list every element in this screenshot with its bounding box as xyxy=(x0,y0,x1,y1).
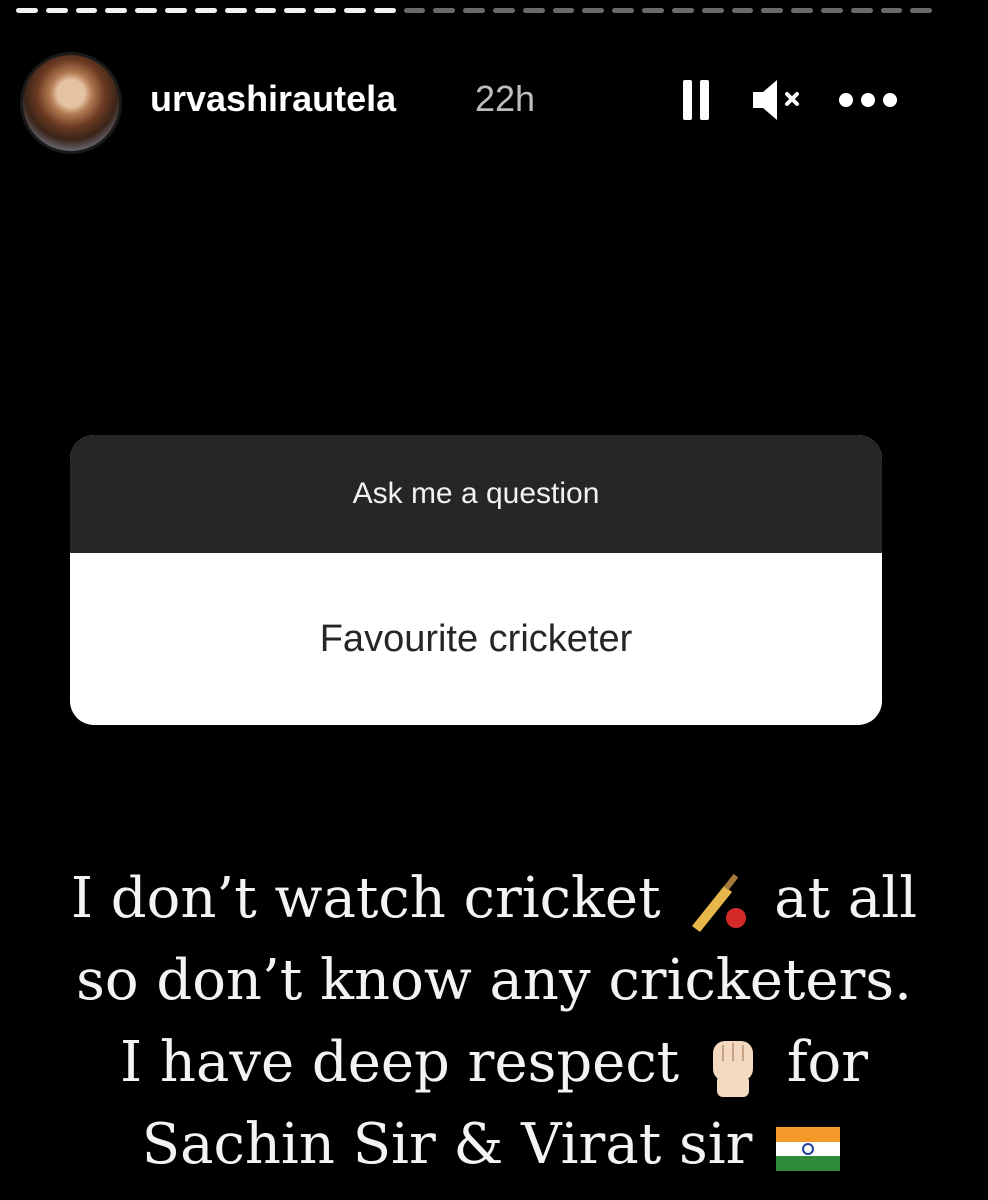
answer-line-4: Sachin Sir & Virat sir xyxy=(0,1104,988,1186)
story-progress-segment xyxy=(75,8,98,13)
story-progress-segment xyxy=(16,8,38,13)
story-progress-segment xyxy=(642,8,664,13)
story-progress-segment xyxy=(194,8,217,13)
timestamp: 22h xyxy=(475,78,536,119)
answer-line-1-b: at all xyxy=(774,866,918,931)
story-progress-segment xyxy=(820,8,843,13)
story-progress-segment xyxy=(910,8,933,13)
answer-line-2: so don’t know any cricketers. xyxy=(76,948,912,1013)
story-progress-segment xyxy=(135,8,158,13)
question-sticker[interactable]: Ask me a question Favourite cricketer xyxy=(70,435,882,725)
story-progress-segment xyxy=(791,8,813,13)
story-progress-segment xyxy=(343,8,366,13)
question-prompt: Ask me a question xyxy=(70,435,882,553)
mute-button[interactable] xyxy=(746,70,816,130)
story-progress-segment xyxy=(731,8,754,13)
answer-line-1: I don’t watch cricket at all xyxy=(0,858,988,940)
avatar[interactable] xyxy=(20,52,122,154)
raised-fist-icon xyxy=(713,1040,753,1097)
story-progress-segment xyxy=(284,8,307,13)
story-progress-segment xyxy=(880,8,903,13)
speaker-muted-icon xyxy=(753,80,799,120)
answer-line-1-a: I don’t watch cricket xyxy=(70,866,661,931)
story-progress-segment xyxy=(433,8,456,13)
story-progress-segment xyxy=(463,8,485,13)
answer-line-3: I have deep respect for xyxy=(0,1022,988,1104)
story-progress-segment xyxy=(373,8,396,13)
cricket-bat-ball-icon xyxy=(692,873,747,932)
story-progress-segment xyxy=(314,8,336,13)
story-progress-segment xyxy=(493,8,515,13)
story-progress-segment xyxy=(552,8,575,13)
story-progress-segment xyxy=(850,8,873,13)
answer-line-3-b: for xyxy=(786,1030,869,1095)
story-progress-segment xyxy=(612,8,635,13)
username[interactable]: urvashirautela xyxy=(150,78,396,120)
more-dots-icon xyxy=(839,93,853,107)
story-progress-segment xyxy=(671,8,694,13)
story-progress-segment xyxy=(701,8,724,13)
story-progress-segment xyxy=(522,8,545,13)
story-progress-bar xyxy=(16,8,933,14)
story-progress-segment xyxy=(45,8,68,13)
answer-line-4-text: Sachin Sir & Virat sir xyxy=(141,1112,753,1177)
story-progress-segment xyxy=(582,8,605,13)
pause-button[interactable] xyxy=(676,70,716,130)
story-progress-segment xyxy=(761,8,784,13)
india-flag-icon xyxy=(776,1126,841,1171)
story-progress-segment xyxy=(224,8,247,13)
more-options-button[interactable] xyxy=(828,70,908,130)
answer-line-3-a: I have deep respect xyxy=(119,1030,680,1095)
question-text: Favourite cricketer xyxy=(319,617,633,660)
story-progress-segment xyxy=(254,8,277,13)
pause-icon xyxy=(683,80,692,120)
story-progress-segment xyxy=(105,8,128,13)
story-progress-segment xyxy=(165,8,187,13)
story-header: urvashirautela 22h xyxy=(20,48,970,158)
story-progress-segment xyxy=(403,8,426,13)
answer-text: I don’t watch cricket at all so don’t kn… xyxy=(0,858,988,1186)
